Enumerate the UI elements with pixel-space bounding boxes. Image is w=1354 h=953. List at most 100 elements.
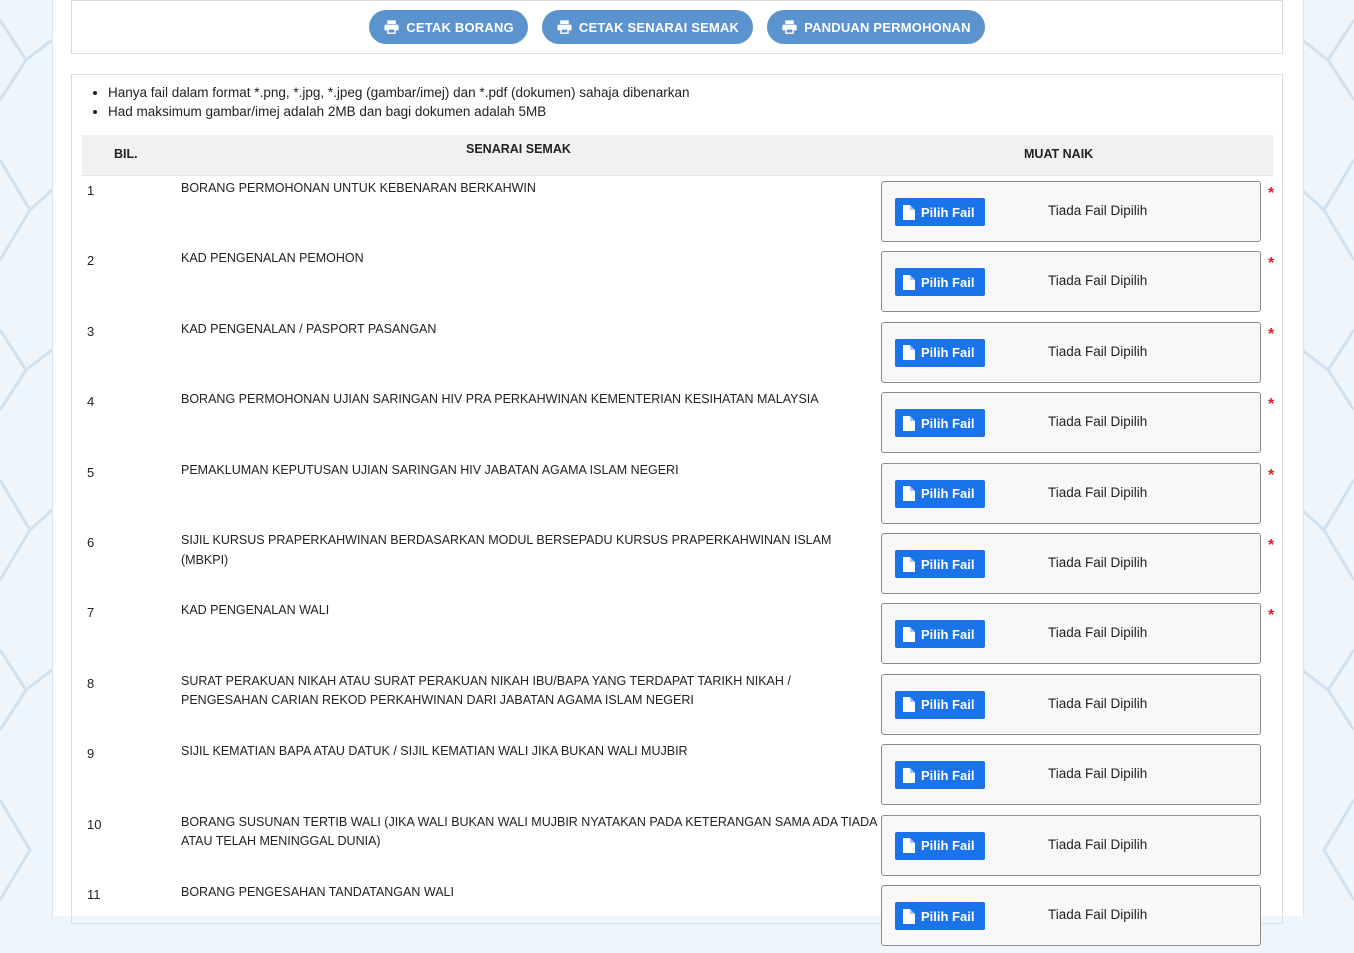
page-card: CETAK BORANG CETAK SENARAI SEMAK PANDUAN… [52,0,1304,946]
row-number: 9 [87,746,95,762]
table-row: 11 BORANG PENGESAHAN TANDATANGAN WALI Pili… [82,883,1273,953]
required-indicator: * [1268,537,1275,554]
table-row: 5 PEMAKLUMAN KEPUTUSAN UJIAN SARINGAN HIV… [82,461,1275,531]
required-indicator: * [1268,185,1275,202]
pilih-fail-button[interactable]: Pilih Fail [895,268,985,297]
pilih-fail-label: Pilih Fail [921,204,975,220]
required-indicator: * [1268,325,1275,343]
file-status-text: Tiada Fail Dipilih [1048,625,1148,641]
pilih-fail-button[interactable]: Pilih Fail [895,620,985,649]
required-indicator: * [1268,607,1275,625]
required-indicator: * [1268,466,1275,484]
row-number: 11 [87,887,101,902]
pilih-fail-button[interactable]: Pilih Fail [895,198,985,226]
pilih-fail-button[interactable]: Pilih Fail [895,479,985,508]
file-upload-field[interactable]: Pilih Fail Tiada Fail Dipilih [881,392,1261,454]
file-icon [903,204,915,220]
upload-notes: Hanya fail dalam format *.png, *.jpg, *.… [92,83,690,121]
pilih-fail-button[interactable]: Pilih Fail [895,550,985,578]
file-status-text: Tiada Fail Dipilih [1048,766,1148,782]
file-icon [903,415,915,431]
file-upload-field[interactable]: Pilih Fail Tiada Fail Dipilih [881,603,1261,665]
file-upload-field[interactable]: Pilih Fail Tiada Fail Dipilih [881,673,1261,735]
printer-icon [384,19,399,34]
cetak-borang-button[interactable]: CETAK BORANG [369,10,528,44]
pilih-fail-label: Pilih Fail [921,486,975,502]
file-upload-field[interactable]: Pilih Fail Tiada Fail Dipilih [881,181,1261,242]
pilih-fail-label: Pilih Fail [921,626,975,642]
row-description: SIJIL KURSUS PRAPERKAHWINAN BERDASARKAN … [181,533,832,567]
file-icon [903,838,915,854]
file-upload-field[interactable]: Pilih Fail Tiada Fail Dipilih [881,462,1261,524]
printer-icon [557,19,572,34]
file-icon [903,486,915,502]
row-description: BORANG SUSUNAN TERTIB WALI (JIKA WALI BU… [181,814,877,849]
pilih-fail-button[interactable]: Pilih Fail [895,902,985,930]
file-upload-field[interactable]: Pilih Fail Tiada Fail Dipilih [881,814,1261,876]
header-muat-naik: MUAT NAIK [1024,147,1094,161]
file-icon [903,767,915,783]
row-number: 7 [87,605,95,621]
pilih-fail-label: Pilih Fail [921,767,975,783]
file-icon [903,345,915,361]
panduan-permohonan-button[interactable]: PANDUAN PERMOHONAN [767,10,985,44]
row-number: 2 [87,253,95,269]
row-description: PEMAKLUMAN KEPUTUSAN UJIAN SARINGAN HIV … [181,462,679,477]
cetak-senarai-semak-button[interactable]: CETAK SENARAI SEMAK [541,10,754,44]
row-number: 3 [87,323,95,339]
cetak-senarai-semak-label: CETAK SENARAI SEMAK [578,19,740,35]
file-status-text: Tiada Fail Dipilih [1048,907,1148,922]
pilih-fail-button[interactable]: Pilih Fail [895,831,985,860]
note-size: Had maksimum gambar/imej adalah 2MB dan … [108,102,690,121]
pilih-fail-label: Pilih Fail [921,908,975,924]
action-panel: CETAK BORANG CETAK SENARAI SEMAK PANDUAN… [71,0,1283,54]
table-row: 8 SURAT PERAKUAN NIKAH ATAU SURAT PERAKUA… [82,672,1273,742]
pilih-fail-button[interactable]: Pilih Fail [895,338,985,367]
header-bil: BIL. [114,147,138,161]
file-upload-field[interactable]: Pilih Fail Tiada Fail Dipilih [881,321,1261,383]
background-pattern-left [0,19,52,901]
table-row: 7 KAD PENGENALAN WALI Pilih Fail Tiada Fail… [82,601,1275,671]
pilih-fail-button[interactable]: Pilih Fail [895,690,985,719]
file-status-text: Tiada Fail Dipilih [1048,555,1148,570]
row-description: BORANG PENGESAHAN TANDATANGAN WALI [181,885,454,899]
pilih-fail-button[interactable]: Pilih Fail [895,761,985,790]
row-number: 4 [87,394,95,410]
row-number: 6 [87,535,95,550]
table-row: 9 SIJIL KEMATIAN BAPA ATAU DATUK / SIJIL … [82,742,1273,812]
header-senarai-semak: SENARAI SEMAK [466,142,571,156]
pilih-fail-label: Pilih Fail [921,345,975,361]
row-description: SURAT PERAKUAN NIKAH ATAU SURAT PERAKUAN… [181,673,791,708]
file-icon [903,626,915,642]
pilih-fail-label: Pilih Fail [921,556,975,572]
row-description: SIJIL KEMATIAN BAPA ATAU DATUK / SIJIL K… [181,744,688,759]
file-status-text: Tiada Fail Dipilih [1048,484,1148,500]
pilih-fail-label: Pilih Fail [921,838,975,854]
file-icon [903,908,915,924]
row-description: BORANG PERMOHONAN UJIAN SARINGAN HIV PRA… [181,392,819,407]
checklist-panel: Hanya fail dalam format *.png, *.jpg, *.… [71,74,1283,946]
required-indicator: * [1268,396,1275,414]
background-pattern-right [1302,19,1354,901]
row-number: 5 [87,464,95,480]
table-row: 10 BORANG SUSUNAN TERTIB WALI (JIKA WALI … [82,813,1273,883]
file-icon [903,556,915,572]
file-status-text: Tiada Fail Dipilih [1048,343,1148,359]
row-description: KAD PENGENALAN PEMOHON [181,251,364,266]
table-row: 1 BORANG PERMOHONAN UNTUK KEBENARAN BERKA… [82,179,1275,249]
row-description: KAD PENGENALAN / PASPORT PASANGAN [181,321,437,336]
row-description: KAD PENGENALAN WALI [181,603,330,618]
file-upload-field[interactable]: Pilih Fail Tiada Fail Dipilih [881,251,1261,313]
file-status-text: Tiada Fail Dipilih [1048,695,1148,711]
pilih-fail-button[interactable]: Pilih Fail [895,409,985,438]
file-upload-field[interactable]: Pilih Fail Tiada Fail Dipilih [881,885,1261,946]
row-number: 1 [87,183,95,198]
file-upload-field[interactable]: Pilih Fail Tiada Fail Dipilih [881,533,1261,594]
table-row: 6 SIJIL KURSUS PRAPERKAHWINAN BERDASARKAN… [82,531,1275,601]
file-upload-field[interactable]: Pilih Fail Tiada Fail Dipilih [881,744,1261,806]
required-indicator: * [1268,255,1275,273]
note-format: Hanya fail dalam format *.png, *.jpg, *.… [108,83,690,102]
pilih-fail-label: Pilih Fail [921,415,975,431]
file-status-text: Tiada Fail Dipilih [1048,836,1148,852]
printer-icon [782,19,797,34]
